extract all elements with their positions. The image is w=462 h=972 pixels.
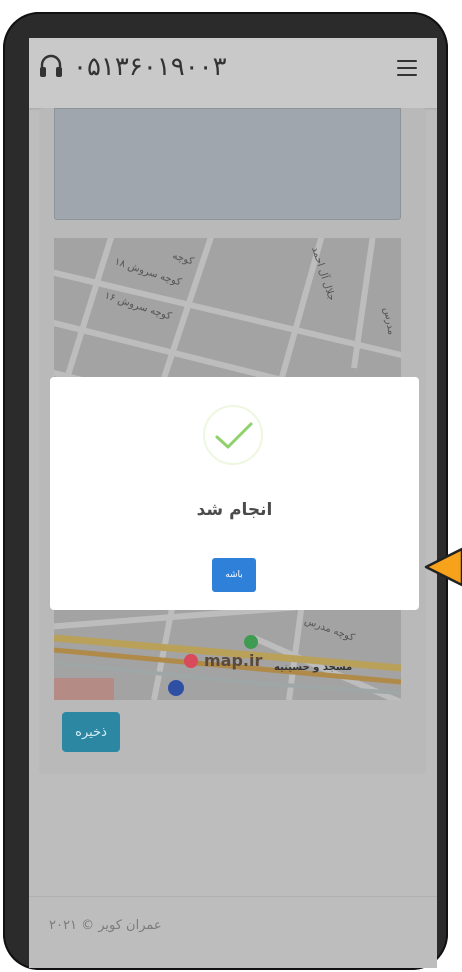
- app-screen: ۰۵۱۳۶۰۱۹۰۰۳ کوچه کوچه سروش ۱۸ کوچه سروش …: [29, 38, 437, 968]
- green-marker[interactable]: [244, 635, 258, 649]
- dialog-title: انجام شد: [196, 500, 273, 520]
- map-logo: map.ir: [204, 651, 262, 670]
- blue-marker[interactable]: [168, 680, 184, 696]
- top-bar: ۰۵۱۳۶۰۱۹۰۰۳: [29, 38, 437, 108]
- save-button[interactable]: ذخیره: [62, 712, 120, 752]
- street-label: مسجد و حسینیه: [274, 662, 352, 673]
- copyright-text: عمران کویر © ۲۰۲۱: [49, 918, 162, 933]
- description-textarea[interactable]: [54, 108, 401, 220]
- footer-divider: [29, 896, 437, 897]
- red-marker[interactable]: [184, 654, 198, 668]
- support-phone-number[interactable]: ۰۵۱۳۶۰۱۹۰۰۳: [73, 52, 227, 82]
- pointer-arrow-icon: [424, 547, 462, 587]
- hamburger-menu-icon[interactable]: [397, 60, 417, 76]
- checkmark-icon: [215, 422, 253, 449]
- ok-button[interactable]: باشه: [212, 558, 256, 592]
- headset-icon[interactable]: [39, 54, 63, 80]
- success-dialog: انجام شد باشه: [50, 377, 419, 610]
